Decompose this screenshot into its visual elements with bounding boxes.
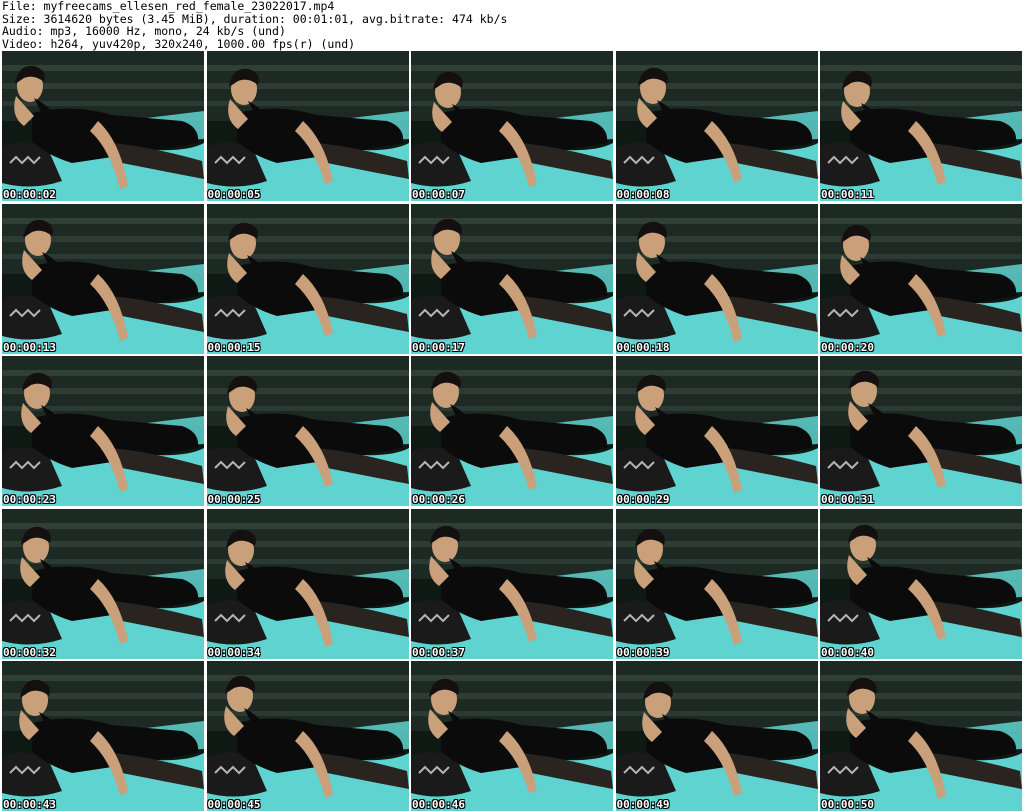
video-frame-thumbnail: 00:00:25 xyxy=(206,356,409,506)
frame-timestamp: 00:00:26 xyxy=(412,493,465,506)
frame-image xyxy=(615,51,818,201)
frame-timestamp: 00:00:07 xyxy=(412,188,465,201)
video-info-line: Video: h264, yuv420p, 320x240, 1000.00 f… xyxy=(2,36,356,51)
frame-timestamp: 00:00:20 xyxy=(821,340,874,354)
frame-timestamp: 00:00:02 xyxy=(3,188,56,201)
frame-image xyxy=(615,203,818,354)
video-frame-thumbnail: 00:00:49 xyxy=(615,661,818,811)
frame-image xyxy=(820,661,1022,811)
video-frame-thumbnail: 00:00:32 xyxy=(2,508,204,659)
frame-timestamp: 00:00:18 xyxy=(616,340,670,354)
thumbnail-grid: 00:00:02 00:00:05 00:00:07 00:00:08 00:0… xyxy=(2,51,1022,811)
frame-image xyxy=(2,508,204,659)
frame-timestamp: 00:00:25 xyxy=(207,493,261,506)
video-frame-thumbnail: 00:00:20 xyxy=(820,203,1022,354)
video-frame-thumbnail: 00:00:05 xyxy=(206,51,409,201)
frame-timestamp: 00:00:17 xyxy=(412,340,465,354)
video-frame-thumbnail: 00:00:34 xyxy=(206,508,409,659)
frame-image xyxy=(206,661,409,811)
frame-image xyxy=(206,356,409,506)
frame-image xyxy=(411,508,613,659)
frame-timestamp: 00:00:34 xyxy=(207,645,261,659)
video-frame-thumbnail: 00:00:13 xyxy=(2,203,204,354)
video-frame-thumbnail: 00:00:39 xyxy=(615,508,818,659)
frame-timestamp: 00:00:39 xyxy=(616,645,670,659)
frame-timestamp: 00:00:40 xyxy=(821,645,874,659)
frame-image xyxy=(2,203,204,354)
frame-image xyxy=(820,203,1022,354)
video-frame-thumbnail: 00:00:08 xyxy=(615,51,818,201)
frame-timestamp: 00:00:31 xyxy=(821,493,874,506)
frame-timestamp: 00:00:32 xyxy=(3,645,56,659)
frame-timestamp: 00:00:13 xyxy=(3,340,56,354)
frame-image xyxy=(411,51,613,201)
frame-timestamp: 00:00:46 xyxy=(412,798,465,811)
video-frame-thumbnail: 00:00:15 xyxy=(206,203,409,354)
frame-image xyxy=(615,356,818,506)
video-frame-thumbnail: 00:00:11 xyxy=(820,51,1022,201)
file-name-line: File: myfreecams_ellesen_red_female_2302… xyxy=(2,0,335,13)
frame-image xyxy=(411,661,613,811)
frame-image xyxy=(411,356,613,506)
video-frame-thumbnail: 00:00:46 xyxy=(411,661,613,811)
frame-timestamp: 00:00:45 xyxy=(207,798,261,811)
frame-image xyxy=(615,508,818,659)
video-frame-thumbnail: 00:00:17 xyxy=(411,203,613,354)
video-frame-thumbnail: 00:00:37 xyxy=(411,508,613,659)
frame-image xyxy=(2,661,204,811)
frame-image xyxy=(615,661,818,811)
file-info-header: File: myfreecams_ellesen_red_female_2302… xyxy=(2,0,1022,50)
frame-timestamp: 00:00:08 xyxy=(616,188,670,201)
frame-image xyxy=(820,508,1022,659)
video-frame-thumbnail: 00:00:23 xyxy=(2,356,204,506)
frame-image xyxy=(206,51,409,201)
video-frame-thumbnail: 00:00:26 xyxy=(411,356,613,506)
frame-timestamp: 00:00:15 xyxy=(207,340,261,354)
frame-timestamp: 00:00:23 xyxy=(3,493,56,506)
frame-image xyxy=(2,51,204,201)
frame-image xyxy=(411,203,613,354)
video-frame-thumbnail: 00:00:07 xyxy=(411,51,613,201)
frame-timestamp: 00:00:43 xyxy=(3,798,56,811)
video-frame-thumbnail: 00:00:31 xyxy=(820,356,1022,506)
video-frame-thumbnail: 00:00:02 xyxy=(2,51,204,201)
video-frame-thumbnail: 00:00:40 xyxy=(820,508,1022,659)
frame-image xyxy=(820,356,1022,506)
frame-timestamp: 00:00:29 xyxy=(616,493,670,506)
video-frame-thumbnail: 00:00:50 xyxy=(820,661,1022,811)
video-frame-thumbnail: 00:00:18 xyxy=(615,203,818,354)
frame-image xyxy=(820,51,1022,201)
video-frame-thumbnail: 00:00:29 xyxy=(615,356,818,506)
frame-image xyxy=(2,356,204,506)
frame-image xyxy=(206,203,409,354)
frame-timestamp: 00:00:37 xyxy=(412,645,465,659)
audio-info-line: Audio: mp3, 16000 Hz, mono, 24 kb/s (und… xyxy=(2,24,286,38)
frame-timestamp: 00:00:50 xyxy=(821,798,874,811)
frame-timestamp: 00:00:11 xyxy=(821,188,874,201)
frame-timestamp: 00:00:05 xyxy=(207,188,261,201)
video-frame-thumbnail: 00:00:45 xyxy=(206,661,409,811)
frame-image xyxy=(206,508,409,659)
frame-timestamp: 00:00:49 xyxy=(616,798,670,811)
video-frame-thumbnail: 00:00:43 xyxy=(2,661,204,811)
